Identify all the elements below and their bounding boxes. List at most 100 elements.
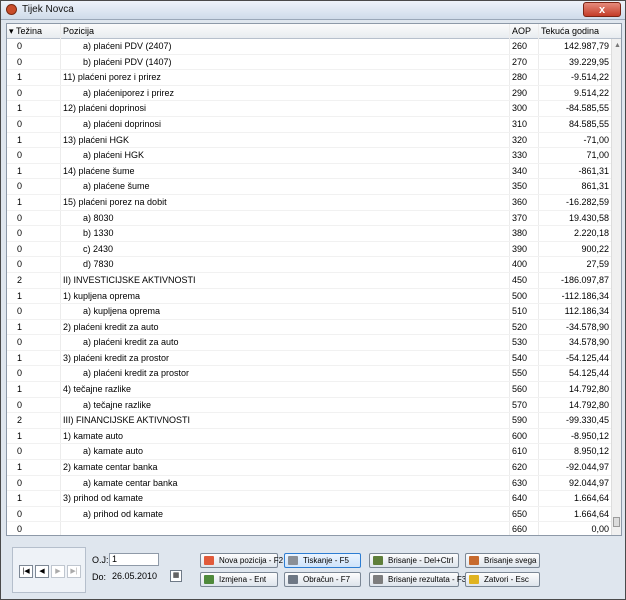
cell-aop: 550 <box>512 368 528 379</box>
table-row[interactable]: 0 a) plaćeni kredit za prostor 550 54.125,4… <box>7 366 612 383</box>
calendar-icon[interactable]: ▦ <box>170 570 182 582</box>
table-row[interactable]: 1 14) plaćene šume 340 -861,31 <box>7 164 612 180</box>
cell-pozicija: a) 8030 <box>83 212 114 223</box>
table-row[interactable]: 1 1) kamate auto 600 -8.950,12 <box>7 429 612 445</box>
cell-aop: 630 <box>512 477 528 488</box>
table-row[interactable]: 1 13) plaćeni HGK 320 -71,00 <box>7 133 612 149</box>
brisanje-button[interactable]: Brisanje - Del+Ctrl <box>369 553 459 568</box>
table-row[interactable]: 1 15) plaćeni porez na dobit 360 -16.282,59 <box>7 195 612 211</box>
cell-tekuca-godina: -186.097,87 <box>560 274 609 285</box>
cell-tekuca-godina: -71,00 <box>583 134 609 145</box>
cell-aop: 520 <box>512 321 528 332</box>
table-row[interactable]: 0 b) plaćeni PDV (1407) 270 39.229,95 <box>7 55 612 71</box>
title-bar[interactable]: Tijek Novca x <box>1 1 625 20</box>
data-grid[interactable]: ▾ Težina Pozicija AOP Tekuća godina 0 a) … <box>6 23 622 536</box>
col-header-pozicija[interactable]: Pozicija <box>63 26 94 36</box>
scroll-thumb[interactable] <box>613 517 620 527</box>
table-row[interactable]: 0 c) 2430 390 900,22 <box>7 242 612 258</box>
cell-pozicija: a) tečajne razlike <box>83 399 152 410</box>
col-header-tekuca-godina[interactable]: Tekuća godina <box>541 26 599 36</box>
table-row[interactable]: 1 3) prihod od kamate 640 1.664,64 <box>7 491 612 507</box>
table-row[interactable]: 1 3) plaćeni kredit za prostor 540 -54.125,… <box>7 351 612 367</box>
cell-pozicija: d) 7830 <box>83 259 114 270</box>
cell-aop: 260 <box>512 41 528 51</box>
cell-aop: 400 <box>512 259 528 270</box>
table-row[interactable]: 0 a) plaćeni PDV (2407) 260 142.987,79 <box>7 39 612 55</box>
table-row[interactable]: 0 a) kamate centar banka 630 92.044,97 <box>7 476 612 492</box>
cell-tekuca-godina: 84.585,55 <box>568 118 609 129</box>
brisanje-svega-button[interactable]: Brisanje svega <box>465 553 540 568</box>
eraser-icon <box>469 556 479 565</box>
table-row[interactable]: 2 II) INVESTICIJSKE AKTIVNOSTI 450 -186.097… <box>7 273 612 289</box>
printer-icon <box>288 556 298 565</box>
table-row[interactable]: 0 a) 8030 370 19.430,58 <box>7 211 612 227</box>
vertical-scrollbar[interactable]: ▲ <box>611 39 621 535</box>
cell-aop: 660 <box>512 524 528 535</box>
sort-indicator-icon: ▾ <box>9 26 14 36</box>
cell-tekuca-godina: 8.950,12 <box>573 446 609 457</box>
prev-record-icon[interactable]: ◀ <box>35 565 49 578</box>
scroll-up-icon[interactable]: ▲ <box>614 42 621 49</box>
cell-tekuca-godina: -112.186,34 <box>561 290 609 301</box>
table-row[interactable]: 0 a) plaćeniporez i prirez 290 9.514,22 <box>7 86 612 102</box>
cell-aop: 290 <box>512 87 528 98</box>
cell-pozicija: III) FINANCIJSKE AKTIVNOSTI <box>63 415 191 426</box>
table-row[interactable]: 0 660 0,00 <box>7 522 612 535</box>
record-navigator: |◀ ◀ ▶ ▶| <box>12 547 86 593</box>
cell-pozicija: a) plaćeni PDV (2407) <box>83 41 172 51</box>
table-row[interactable]: 0 a) kamate auto 610 8.950,12 <box>7 444 612 461</box>
izmjena-button[interactable]: Izmjena - Ent <box>200 572 278 587</box>
obracun-button[interactable]: Obračun - F7 <box>284 572 361 587</box>
table-row[interactable]: 1 1) kupljena oprema 500 -112.186,34 <box>7 289 612 305</box>
table-row[interactable]: 0 a) kupljena oprema 510 112.186,34 <box>7 304 612 320</box>
table-row[interactable]: 0 a) plaćene šume 350 861,31 <box>7 179 612 195</box>
nova-pozicija-button[interactable]: Nova pozicija - F2 <box>200 553 283 568</box>
cell-tekuca-godina: -54.125,44 <box>565 352 609 363</box>
cell-tezina: 0 <box>17 228 23 239</box>
cell-pozicija: a) plaćeni doprinosi <box>83 118 162 129</box>
cell-pozicija: 2) plaćeni kredit za auto <box>63 321 159 332</box>
cell-tezina: 0 <box>17 508 23 519</box>
new-item-icon <box>204 556 214 565</box>
table-row[interactable]: 0 d) 7830 400 27,59 <box>7 257 612 273</box>
edit-icon <box>204 575 214 584</box>
first-record-icon[interactable]: |◀ <box>19 565 33 578</box>
cell-tezina: 1 <box>17 430 23 441</box>
table-row[interactable]: 1 11) plaćeni porez i prirez 280 -9.514,22 <box>7 70 612 86</box>
col-header-aop[interactable]: AOP <box>512 26 531 36</box>
cell-tezina: 0 <box>17 41 23 51</box>
table-row[interactable]: 0 a) plaćeni HGK 330 71,00 <box>7 148 612 164</box>
last-record-icon[interactable]: ▶| <box>67 565 81 578</box>
cell-aop: 270 <box>512 56 528 67</box>
bottom-panel: |◀ ◀ ▶ ▶| O.J: 1 Do: 26.05.2010 ▦ Nova p… <box>6 540 622 595</box>
cell-tekuca-godina: -9.514,22 <box>570 72 609 83</box>
cell-pozicija: 12) plaćeni doprinosi <box>63 103 147 114</box>
oj-input[interactable]: 1 <box>109 553 159 566</box>
table-row[interactable]: 0 a) prihod od kamate 650 1.664,64 <box>7 507 612 523</box>
do-date-input[interactable]: 26.05.2010 <box>109 570 167 583</box>
table-row[interactable]: 2 III) FINANCIJSKE AKTIVNOSTI 590 -99.330,4… <box>7 413 612 429</box>
table-row[interactable]: 1 12) plaćeni doprinosi 300 -84.585,55 <box>7 101 612 117</box>
calculate-icon <box>288 575 298 584</box>
cell-tekuca-godina: 92.044,97 <box>568 477 609 488</box>
delete-icon <box>373 556 383 565</box>
cell-tezina: 0 <box>17 212 23 223</box>
zatvori-button[interactable]: Zatvori - Esc <box>465 572 540 587</box>
do-label: Do: <box>92 572 107 582</box>
tiskanje-button[interactable]: Tiskanje - F5 <box>284 553 361 568</box>
table-row[interactable]: 1 2) plaćeni kredit za auto 520 -34.578,90 <box>7 320 612 336</box>
cell-pozicija: 4) tečajne razlike <box>63 384 132 395</box>
cell-tekuca-godina: -92.044,97 <box>565 462 609 473</box>
table-row[interactable]: 1 2) kamate centar banka 620 -92.044,97 <box>7 460 612 476</box>
cell-tekuca-godina: 142.987,79 <box>563 41 609 51</box>
table-row[interactable]: 0 a) plaćeni kredit za auto 530 34.578,90 <box>7 335 612 351</box>
brisanje-rezultata-button[interactable]: Brisanje rezultata - F3 <box>369 572 466 587</box>
table-row[interactable]: 0 b) 1330 380 2.220,18 <box>7 226 612 242</box>
table-row[interactable]: 0 a) plaćeni doprinosi 310 84.585,55 <box>7 117 612 133</box>
table-row[interactable]: 1 4) tečajne razlike 560 14.792,80 <box>7 382 612 398</box>
next-record-icon[interactable]: ▶ <box>51 565 65 578</box>
table-row[interactable]: 0 a) tečajne razlike 570 14.792,80 <box>7 398 612 414</box>
close-window-button[interactable]: x <box>583 2 621 17</box>
cell-aop: 280 <box>512 72 528 83</box>
col-header-tezina[interactable]: Težina <box>16 26 42 36</box>
